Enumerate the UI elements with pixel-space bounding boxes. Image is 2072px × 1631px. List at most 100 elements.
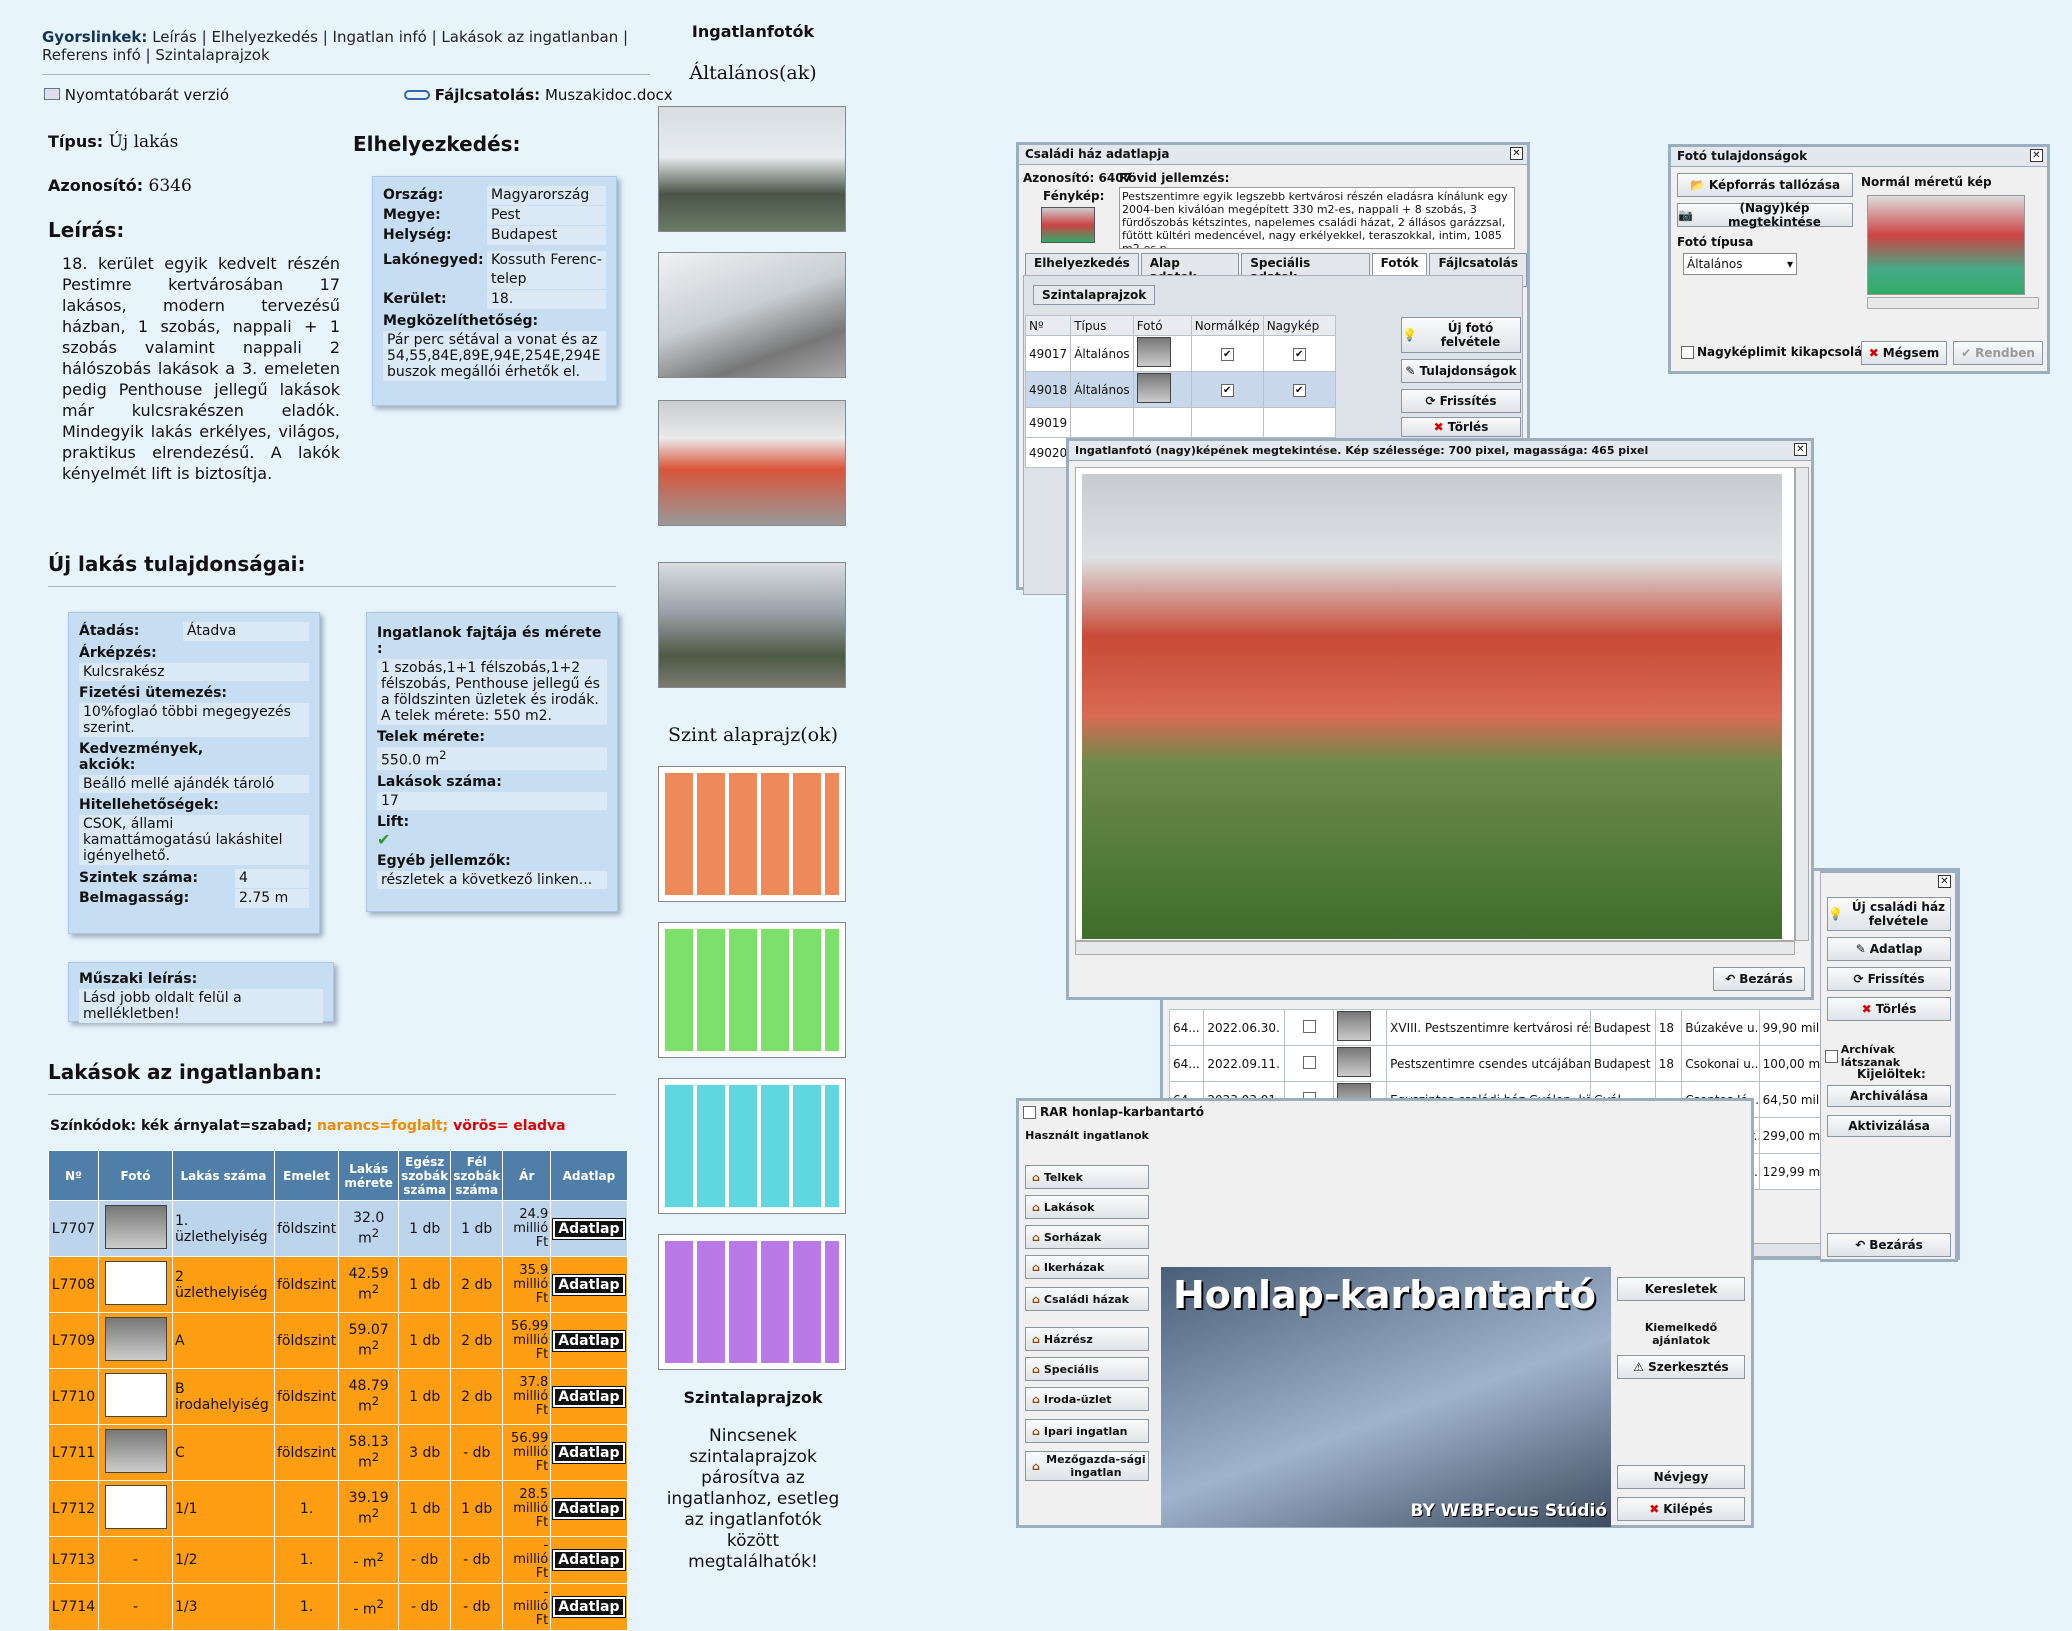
search-requests-button[interactable]: Keresletek: [1617, 1277, 1745, 1301]
checkbox[interactable]: ✔: [1220, 384, 1234, 397]
checkbox[interactable]: ✔: [1292, 348, 1306, 361]
house-list-row[interactable]: 64... 2022.09.11. Pestszentimre csendes ut…: [1168, 1045, 1830, 1082]
cancel-button[interactable]: ✖ Mégsem: [1861, 341, 1947, 365]
checkbox[interactable]: [1302, 1055, 1316, 1069]
house-thumb: [1337, 1047, 1372, 1077]
datasheet-button[interactable]: Adatlap: [552, 1329, 626, 1352]
big-limit-checkbox[interactable]: Nagyképlimit kikapcsolása: [1681, 345, 1877, 359]
list-refresh-button[interactable]: ⟳ Frissítés: [1827, 967, 1951, 991]
horizontal-scrollbar[interactable]: [1075, 941, 1795, 955]
loc-row: Megye: Pest: [383, 206, 606, 225]
gallery-photo-3[interactable]: [658, 400, 846, 526]
category-button-4[interactable]: ⌂ Családi házak: [1025, 1287, 1149, 1311]
photo-row[interactable]: 49017 Általános ✔ ✔: [1024, 335, 1336, 372]
floorplan-3[interactable]: [658, 1078, 846, 1214]
floorplan-2[interactable]: [658, 922, 846, 1058]
datasheet-button[interactable]: Adatlap: [552, 1441, 626, 1464]
access-text: Pár perc sétával a vonat és az 54,55,84E…: [383, 331, 606, 381]
gallery-photo-4[interactable]: [658, 562, 846, 688]
show-archived-checkbox[interactable]: Archívak látszanak: [1825, 1043, 1955, 1069]
category-button-0[interactable]: ⌂ Telkek: [1025, 1165, 1149, 1189]
checkbox[interactable]: ✔: [1220, 348, 1234, 361]
preview-scrollbar[interactable]: [1867, 297, 2039, 309]
archive-button[interactable]: Archiválása: [1827, 1085, 1951, 1107]
category-button-2[interactable]: ⌂ Sorházak: [1025, 1225, 1149, 1249]
datasheet-button[interactable]: Adatlap: [552, 1385, 626, 1408]
loc-row: Lakónegyed: Kossuth Ferenc-telep: [383, 251, 606, 289]
other-features-link[interactable]: részletek a következő linken...: [377, 870, 607, 889]
refresh-icon: ⟳: [1425, 394, 1436, 408]
quicklink-ingatlan-info[interactable]: Ingatlan infó: [333, 28, 427, 46]
edit-featured-button[interactable]: ⚠ Szerkesztés: [1617, 1355, 1745, 1379]
props-right-box: Ingatlanok fajtája és mérete : 1 szobás,…: [366, 612, 618, 912]
category-button-3[interactable]: ⌂ Ikerházak: [1025, 1255, 1149, 1279]
category-button-7[interactable]: ⌂ Iroda-üzlet: [1025, 1387, 1149, 1411]
house-icon: ⌂: [1032, 1424, 1040, 1438]
vertical-scrollbar[interactable]: [1795, 467, 1809, 941]
datasheet-button[interactable]: Adatlap: [552, 1217, 626, 1240]
datasheet-button[interactable]: Adatlap: [552, 1549, 626, 1571]
close-icon[interactable]: ✕: [1794, 443, 1807, 456]
list-delete-button[interactable]: ✖ Törlés: [1827, 997, 1951, 1021]
quicklink-leiras[interactable]: Leírás: [152, 28, 197, 46]
quicklink-lakasok[interactable]: Lakások az ingatlanban: [441, 28, 618, 46]
photo-properties-window: Fotó tulajdonságok ✕ 📂 Képforrás tallózása…: [1668, 144, 2050, 374]
chevron-down-icon: ▾: [1786, 257, 1793, 271]
list-close-button[interactable]: ↶ Bezárás: [1827, 1233, 1951, 1257]
apartment-thumb[interactable]: [104, 1204, 167, 1249]
gallery-photo-1[interactable]: [658, 106, 846, 232]
short-description-area[interactable]: Pestszentimre egyik legszebb kertvárosi …: [1119, 187, 1515, 249]
datasheet-button[interactable]: Adatlap: [552, 1497, 626, 1520]
ok-button[interactable]: ✔ Rendben: [1953, 341, 2043, 365]
gallery-photo-2[interactable]: [658, 252, 846, 378]
category-button-6[interactable]: ⌂ Speciális: [1025, 1357, 1149, 1381]
category-button-9[interactable]: ⌂ Mezőgazda-sági ingatlan: [1025, 1451, 1149, 1481]
quicklink-referens[interactable]: Referens infó: [42, 46, 141, 64]
house-list-row[interactable]: 64... 2022.06.30. XVIII. Pestszentimre ker…: [1168, 1009, 1830, 1046]
viewer-close-button[interactable]: ↶ Bezárás: [1713, 967, 1805, 991]
close-icon[interactable]: ✕: [2030, 149, 2043, 162]
photo-row[interactable]: 49018 Általános ✔ ✔: [1024, 371, 1336, 408]
category-button-8[interactable]: ⌂ Ipari ingatlan: [1025, 1419, 1149, 1443]
category-button-5[interactable]: ⌂ Házrész: [1025, 1327, 1149, 1351]
close-icon[interactable]: ✕: [1938, 875, 1951, 888]
tab-floorplans[interactable]: Szintalaprajzok: [1033, 285, 1156, 305]
delete-button[interactable]: ✖ Törlés: [1401, 417, 1521, 437]
new-photo-button[interactable]: 💡 Új fotó felvétele: [1401, 317, 1521, 353]
floorplan-4[interactable]: [658, 1234, 846, 1370]
attachment-link[interactable]: Fájlcsatolás: Muszakidoc.docx: [404, 86, 673, 104]
photo-row[interactable]: 49019: [1024, 407, 1336, 438]
large-photo: [1082, 474, 1782, 939]
datasheet-button[interactable]: Adatlap: [552, 1273, 626, 1296]
datasheet-button[interactable]: ✎ Adatlap: [1827, 937, 1951, 961]
view-large-button[interactable]: 📷 (Nagy)kép megtekintése: [1677, 201, 1853, 229]
apartment-thumb[interactable]: [104, 1372, 167, 1417]
house-thumb[interactable]: [1041, 207, 1095, 243]
quicklink-szintalaprajzok[interactable]: Szintalaprajzok: [155, 46, 269, 64]
apartment-thumb[interactable]: [104, 1316, 167, 1361]
loc-row: Kerület: 18.: [383, 290, 606, 309]
about-button[interactable]: Névjegy: [1617, 1465, 1745, 1489]
exit-button[interactable]: ✖ Kilépés: [1617, 1497, 1745, 1521]
activate-button[interactable]: Aktivizálása: [1827, 1115, 1951, 1137]
house-icon: ⌂: [1032, 1200, 1040, 1214]
apartment-row: L7713-1/2 1. - m2- db - db - millió Ft Adatla…: [48, 1536, 628, 1584]
print-version-link[interactable]: Nyomtatóbarát verzió: [44, 86, 229, 104]
apartment-thumb[interactable]: [104, 1260, 167, 1305]
checkbox[interactable]: [1302, 1019, 1316, 1033]
apartment-thumb[interactable]: [104, 1484, 167, 1529]
photo-type-select[interactable]: Általános ▾: [1683, 253, 1797, 275]
apartment-thumb[interactable]: [104, 1428, 167, 1473]
camera-icon: 📷: [1678, 208, 1693, 222]
checkbox[interactable]: ✔: [1292, 384, 1306, 397]
house-icon: ⌂: [1032, 1230, 1040, 1244]
properties-button[interactable]: ✎ Tulajdonságok: [1401, 359, 1521, 383]
refresh-button[interactable]: ⟳ Frissítés: [1401, 389, 1521, 413]
browse-source-button[interactable]: 📂 Képforrás tallózása: [1677, 173, 1853, 197]
close-icon[interactable]: ✕: [1510, 147, 1523, 160]
datasheet-button[interactable]: Adatlap: [552, 1596, 626, 1618]
new-house-button[interactable]: 💡 Új családi ház felvétele: [1827, 897, 1951, 931]
floorplan-1[interactable]: [658, 766, 846, 902]
quicklink-elhelyezkedes[interactable]: Elhelyezkedés: [211, 28, 317, 46]
category-button-1[interactable]: ⌂ Lakások: [1025, 1195, 1149, 1219]
